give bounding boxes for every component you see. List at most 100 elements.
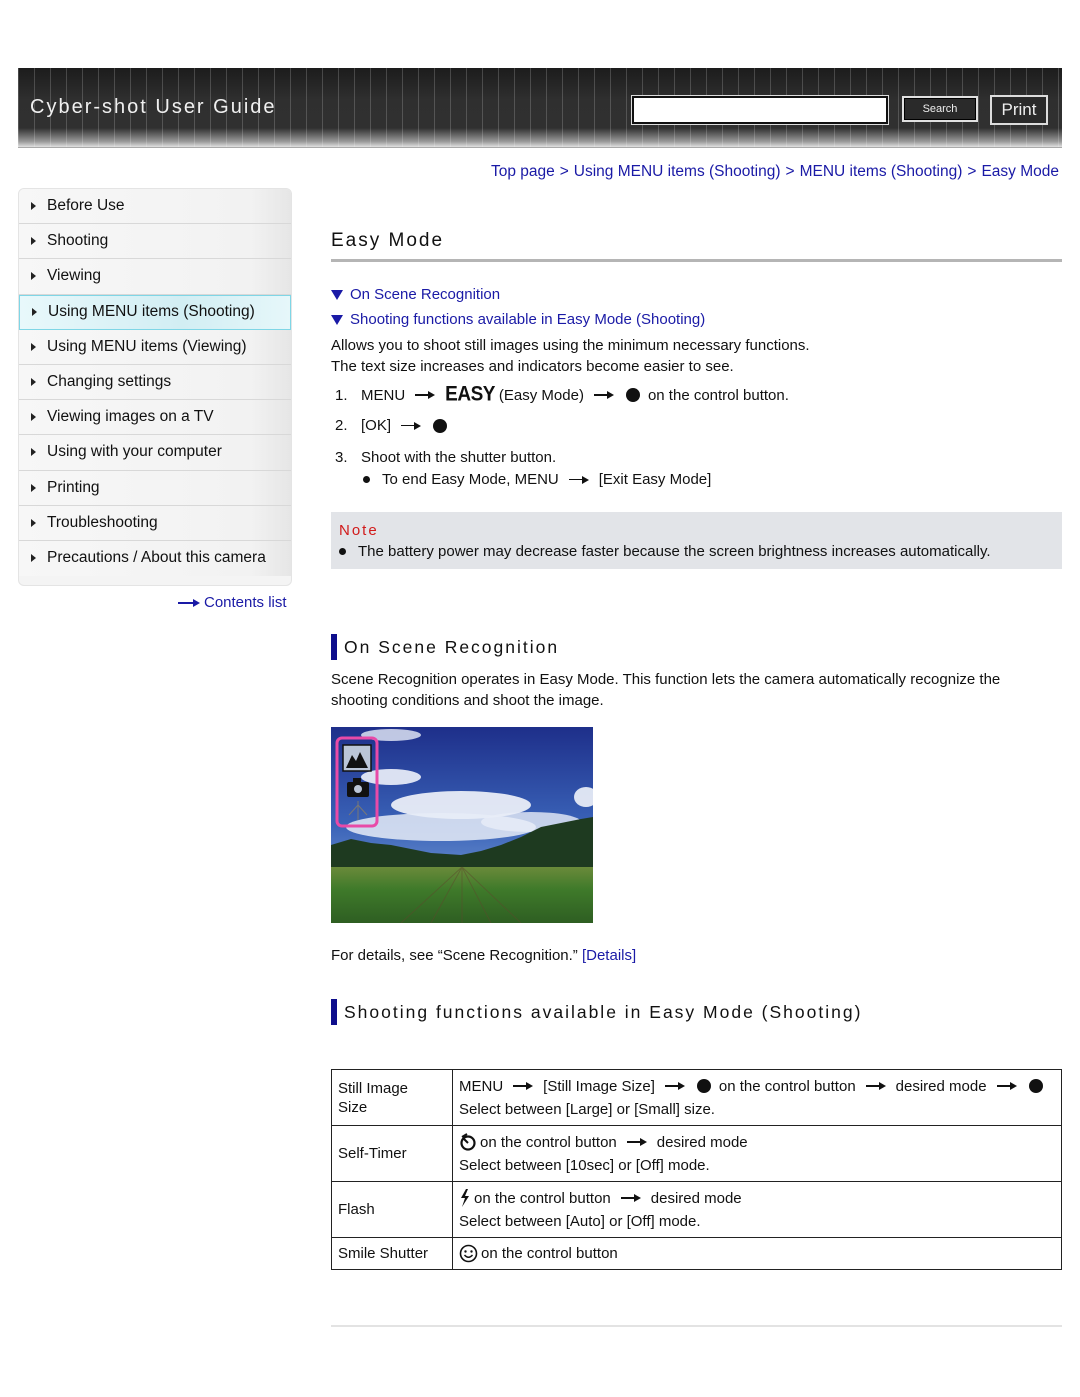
arrow-right-icon: [513, 1081, 534, 1091]
cell-text: on the control button: [481, 1245, 618, 1262]
intro-line: Allows you to shoot still images using t…: [331, 337, 810, 354]
step-text: (Easy Mode): [498, 386, 584, 404]
table-row-label: Flash: [331, 1181, 453, 1238]
sidebar-item-label: Using MENU items (Viewing): [47, 337, 247, 355]
section-heading-scene-recognition: On Scene Recognition: [331, 634, 559, 660]
site-title: Cyber-shot User Guide: [30, 96, 277, 118]
breadcrumb-separator: >: [785, 163, 795, 180]
step-text: [OK]: [361, 417, 392, 434]
breadcrumb-top-page[interactable]: Top page: [491, 163, 555, 180]
sidebar-item-label: Viewing images on a TV: [47, 408, 214, 426]
arrow-right-icon: [568, 475, 589, 485]
sidebar-item-shooting[interactable]: Shooting: [19, 224, 291, 260]
sidebar-item-label: Viewing: [47, 267, 102, 285]
sidebar-item-label: Using with your computer: [47, 443, 222, 461]
triangle-down-icon: [331, 314, 343, 325]
center-button-icon: [433, 418, 448, 433]
cell-line: MENU [Still Image Size] on the control b…: [459, 1075, 1055, 1098]
smile-icon: [459, 1244, 478, 1263]
table-row: Flash on the control button desired mode…: [331, 1181, 1062, 1238]
triangle-right-icon: [31, 448, 36, 457]
flash-icon: [461, 1189, 469, 1207]
sidebar-item-viewing-tv[interactable]: Viewing images on a TV: [19, 400, 291, 436]
contents-list-link[interactable]: Contents list: [178, 594, 287, 611]
sidebar-item-menu-viewing[interactable]: Using MENU items (Viewing): [19, 329, 291, 365]
arrow-right-icon: [620, 1193, 641, 1203]
section-heading-text: On Scene Recognition: [344, 636, 560, 657]
sidebar-item-menu-shooting[interactable]: Using MENU items (Shooting): [19, 294, 291, 330]
step-text: MENU: [361, 386, 406, 404]
details-link[interactable]: [Details]: [582, 947, 636, 964]
sidebar-item-viewing[interactable]: Viewing: [19, 259, 291, 295]
step-sub-note: To end Easy Mode, MENU [Exit Easy Mode]: [363, 471, 711, 488]
table-row-content: on the control button: [452, 1237, 1062, 1270]
table-row-label: Self-Timer: [331, 1125, 453, 1182]
anchor-link-scene-recognition[interactable]: On Scene Recognition: [331, 286, 500, 303]
table-row-content: on the control button desired mode Selec…: [452, 1181, 1062, 1238]
triangle-right-icon: [31, 413, 36, 422]
arrow-right-icon: [626, 1137, 647, 1147]
landscape-photo: [331, 727, 593, 923]
triangle-right-icon: [31, 237, 36, 246]
cell-text: on the control button: [474, 1189, 611, 1207]
arrow-right-icon: [178, 598, 200, 608]
anchor-label: Shooting functions available in Easy Mod…: [350, 311, 706, 328]
triangle-right-icon: [31, 483, 36, 492]
triangle-right-icon: [31, 202, 36, 211]
anchor-link-shooting-functions[interactable]: Shooting functions available in Easy Mod…: [331, 311, 705, 328]
cell-line: on the control button desired mode: [459, 1187, 1055, 1210]
sidebar-item-troubleshooting[interactable]: Troubleshooting: [19, 505, 291, 541]
details-text: For details, see “Scene Recognition.”: [331, 947, 578, 964]
step-text: on the control button.: [647, 386, 789, 404]
center-button-icon: [1028, 1079, 1043, 1093]
sidebar-item-label: Precautions / About this camera: [47, 549, 266, 567]
sidebar-item-changing-settings[interactable]: Changing settings: [19, 364, 291, 401]
sidebar-item-printing[interactable]: Printing: [19, 470, 291, 506]
note-item: The battery power may decrease faster be…: [339, 543, 991, 560]
sidebar-item-precautions[interactable]: Precautions / About this camera: [19, 540, 291, 577]
sidebar-item-label: Printing: [47, 478, 100, 496]
section-heading-shooting-functions: Shooting functions available in Easy Mod…: [331, 999, 862, 1025]
breadcrumb-menu-items-shooting[interactable]: MENU items (Shooting): [800, 163, 963, 180]
step-text: Shoot with the shutter button.: [361, 449, 557, 466]
sidebar-item-computer[interactable]: Using with your computer: [19, 435, 291, 471]
sidebar-item-label: Shooting: [47, 232, 109, 250]
table-row-label: Smile Shutter: [331, 1237, 453, 1270]
cell-line: on the control button: [459, 1242, 1055, 1265]
bullet-icon: [339, 548, 346, 555]
cell-text: on the control button: [480, 1133, 617, 1151]
step-text: [Exit Easy Mode]: [598, 471, 712, 488]
contents-list-label: Contents list: [204, 594, 287, 611]
triangle-right-icon: [31, 554, 36, 563]
sidebar-item-label: Before Use: [47, 197, 125, 215]
arrow-right-icon: [996, 1081, 1017, 1091]
step-1: 1. MENU EASY (Easy Mode) on the control …: [335, 383, 789, 406]
triangle-right-icon: [32, 308, 37, 317]
breadcrumb-using-menu-shooting[interactable]: Using MENU items (Shooting): [574, 163, 781, 180]
cell-text: Select between [Auto] or [Off] mode.: [459, 1212, 701, 1230]
note-box: Note The battery power may decrease fast…: [331, 512, 1062, 569]
search-button[interactable]: Search: [902, 96, 978, 122]
note-title: Note: [339, 522, 379, 539]
details-line: For details, see “Scene Recognition.” [D…: [331, 945, 636, 966]
table-row: Smile Shutter on the control button: [331, 1237, 1062, 1270]
cell-text: on the control button: [718, 1077, 856, 1095]
table-row-content: on the control button desired mode Selec…: [452, 1125, 1062, 1182]
cell-text: MENU: [459, 1077, 504, 1095]
section-heading-text: Shooting functions available in Easy Mod…: [344, 1001, 863, 1022]
header-banner: Cyber-shot User Guide Search Print: [18, 68, 1062, 148]
sidebar-item-before-use[interactable]: Before Use: [19, 189, 291, 225]
sidebar-item-label: Using MENU items (Shooting): [48, 303, 255, 321]
print-button[interactable]: Print: [990, 95, 1048, 125]
center-button-icon: [696, 1079, 711, 1093]
intro-text: Allows you to shoot still images using t…: [331, 335, 810, 377]
step-2: 2. [OK]: [335, 417, 455, 434]
section-bar: [331, 634, 337, 660]
sidebar-item-label: Troubleshooting: [47, 513, 158, 531]
breadcrumb-easy-mode[interactable]: Easy Mode: [981, 163, 1059, 180]
arrow-right-icon: [865, 1081, 886, 1091]
search-input[interactable]: [631, 95, 889, 125]
cell-line: on the control button desired mode: [459, 1131, 1055, 1154]
scene-text: Scene Recognition operates in Easy Mode.…: [331, 669, 1062, 711]
breadcrumb-separator: >: [967, 163, 977, 180]
